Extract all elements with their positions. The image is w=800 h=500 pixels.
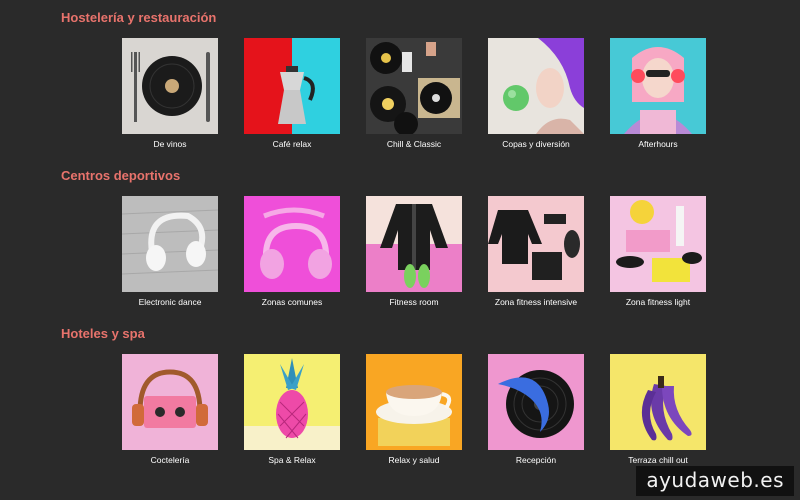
playlist-thumbnail — [122, 354, 218, 450]
playlist-grid-centros-deportivos: Electronic dance Zonas comunes Fitness r… — [0, 196, 800, 326]
section-title-centros-deportivos: Centros deportivos — [61, 168, 181, 183]
playlist-thumbnail — [610, 38, 706, 134]
playlist-label: Zonas comunes — [261, 297, 323, 307]
jacket-sneakers-image — [366, 196, 462, 292]
playlist-thumbnail — [610, 196, 706, 292]
playlist-card-chill-classic[interactable]: Chill & Classic — [366, 38, 462, 149]
section-title-hosteleria: Hostelería y restauración — [61, 10, 217, 25]
playlist-thumbnail — [488, 196, 584, 292]
white-headphones-image — [122, 196, 218, 292]
playlist-card-electronic-dance[interactable]: Electronic dance — [122, 196, 218, 307]
pineapple-image — [244, 354, 340, 450]
pink-headphones-image — [244, 196, 340, 292]
cassette-headphones-image — [122, 354, 218, 450]
playlist-card-zona-fitness-intensive[interactable]: Zona fitness intensive — [488, 196, 584, 307]
playlist-label: Fitness room — [389, 297, 439, 307]
playlist-label: Chill & Classic — [386, 139, 442, 149]
playlist-label: Coctelería — [150, 455, 190, 465]
playlist-card-zonas-comunes[interactable]: Zonas comunes — [244, 196, 340, 307]
playlist-label: Recepción — [515, 455, 557, 465]
playlist-thumbnail — [244, 196, 340, 292]
banana-record-image — [488, 354, 584, 450]
playlist-thumbnail — [244, 38, 340, 134]
playlist-card-cocteleria[interactable]: Coctelería — [122, 354, 218, 465]
vinyl-plate-image — [122, 38, 218, 134]
playlist-thumbnail — [610, 354, 706, 450]
playlist-thumbnail — [488, 38, 584, 134]
playlist-card-zona-fitness-light[interactable]: Zona fitness light — [610, 196, 706, 307]
purple-bananas-image — [610, 354, 706, 450]
playlist-thumbnail — [244, 354, 340, 450]
playlist-thumbnail — [366, 196, 462, 292]
playlist-label: Zona fitness light — [625, 297, 691, 307]
playlist-label: Copas y diversión — [502, 139, 570, 149]
playlist-card-relax-salud[interactable]: Relax y salud — [366, 354, 462, 465]
records-turntable-image — [366, 38, 462, 134]
coffee-maker-image — [244, 38, 340, 134]
playlist-card-de-vinos[interactable]: De vinos — [122, 38, 218, 149]
playlist-thumbnail — [122, 38, 218, 134]
playlist-grid-hosteleria: De vinos Café relax Chill & Classic Copa… — [0, 38, 800, 168]
playlist-card-recepcion[interactable]: Recepción — [488, 354, 584, 465]
watermark-logo: ayudaweb.es — [636, 466, 794, 496]
tea-cup-image — [366, 354, 462, 450]
playlist-label: De vinos — [153, 139, 187, 149]
playlist-card-cafe-relax[interactable]: Café relax — [244, 38, 340, 149]
playlist-label: Afterhours — [638, 139, 678, 149]
playlist-card-fitness-room[interactable]: Fitness room — [366, 196, 462, 307]
playlist-label: Relax y salud — [388, 455, 440, 465]
colorful-sportswear-image — [610, 196, 706, 292]
playlist-label: Electronic dance — [138, 297, 202, 307]
section-title-hoteles-spa: Hoteles y spa — [61, 326, 145, 341]
playlist-card-afterhours[interactable]: Afterhours — [610, 38, 706, 149]
playlist-label: Terraza chill out — [628, 455, 688, 465]
playlist-card-copas-diversion[interactable]: Copas y diversión — [488, 38, 584, 149]
playlist-label: Spa & Relax — [268, 455, 316, 465]
bubblegum-girl-image — [488, 38, 584, 134]
playlist-card-terraza-chill-out[interactable]: Terraza chill out — [610, 354, 706, 465]
headphones-girl-image — [610, 38, 706, 134]
playlist-label: Café relax — [272, 139, 312, 149]
playlist-label: Zona fitness intensive — [494, 297, 578, 307]
playlist-thumbnail — [366, 354, 462, 450]
playlist-thumbnail — [366, 38, 462, 134]
playlist-thumbnail — [488, 354, 584, 450]
sportswear-flatlay-image — [488, 196, 584, 292]
playlist-grid-hoteles-spa: Coctelería Spa & Relax Relax y salud Rec… — [0, 354, 800, 484]
playlist-card-spa-relax[interactable]: Spa & Relax — [244, 354, 340, 465]
playlist-thumbnail — [122, 196, 218, 292]
